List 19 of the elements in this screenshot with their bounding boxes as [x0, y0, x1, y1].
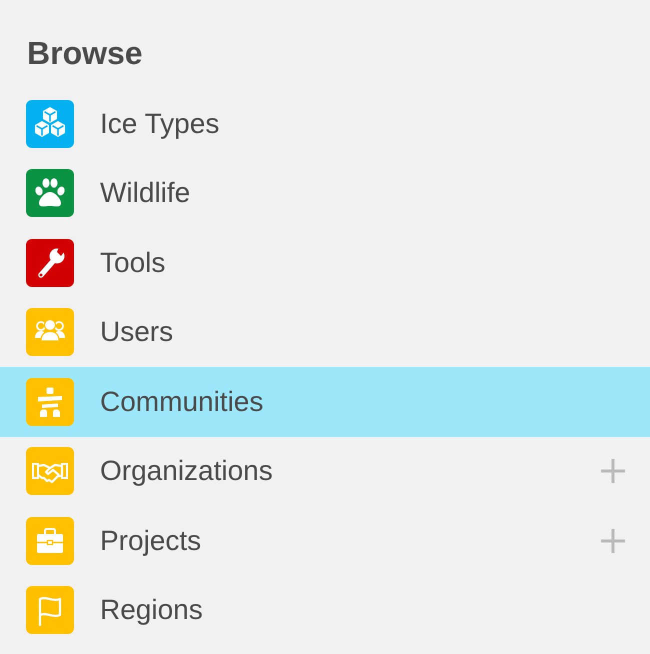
add-icon[interactable]: [601, 459, 625, 484]
sidebar-item[interactable]: Wildlife: [0, 158, 650, 228]
item-label: Projects: [100, 524, 202, 557]
sidebar-item[interactable]: Users: [0, 298, 650, 367]
sidebar-item[interactable]: Tools: [0, 228, 650, 298]
sidebar-item[interactable]: Projects: [0, 506, 650, 576]
item-label: Regions: [100, 594, 204, 626]
item-label: Users: [100, 316, 174, 348]
sidebar-item[interactable]: Communities: [0, 367, 650, 436]
sidebar-item[interactable]: Regions: [0, 576, 650, 645]
item-label: Tools: [100, 246, 166, 279]
item-label: Organizations: [100, 455, 274, 488]
item-label: Wildlife: [100, 177, 192, 210]
section-heading: Browse: [26, 34, 144, 72]
add-icon[interactable]: [601, 528, 625, 553]
item-label: Communities: [100, 386, 264, 418]
sidebar-item[interactable]: Organizations: [0, 436, 650, 506]
item-label: Ice Types: [100, 108, 220, 140]
sidebar-item[interactable]: Ice Types: [0, 89, 650, 158]
